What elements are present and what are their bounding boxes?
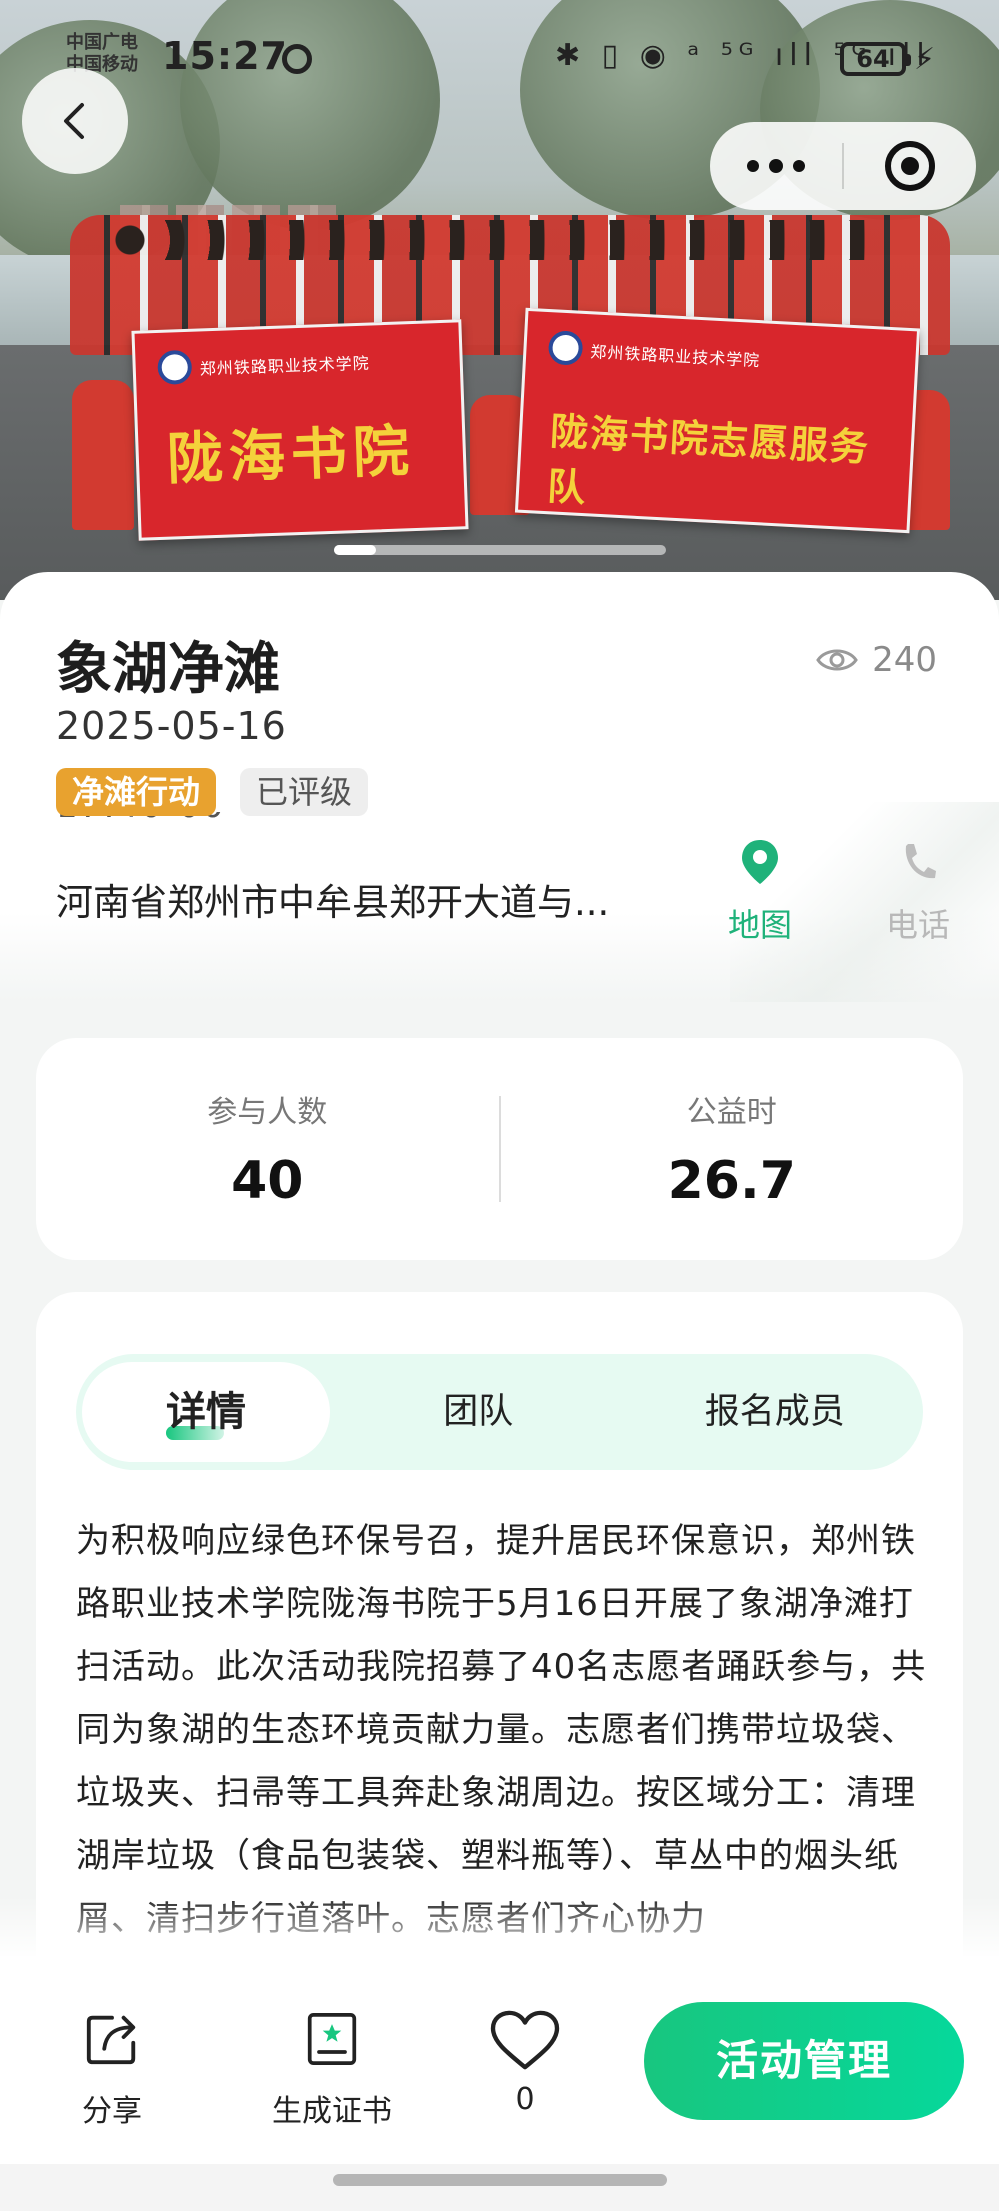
banner-left-text: 陇海书院 (165, 418, 416, 493)
miniprogram-capsule (710, 122, 976, 210)
status-bar: 中国广电 中国移动 15:27 ✱ ▯ ◉ ᵃ ⁵ᴳ ıll ⁵ᴳ ıll 64… (0, 0, 999, 120)
activity-info-card: 象湖净滩 240 2025-05-16 17:40-00 净滩行动 已评级 河南… (0, 572, 999, 1002)
hours-label: 公益时 (686, 1095, 777, 1130)
battery-icon: 64 (840, 42, 911, 76)
tag-list: 净滩行动 已评级 (56, 768, 369, 816)
phone-button[interactable]: 电话 (858, 834, 978, 946)
tab-team[interactable]: 团队 (330, 1362, 627, 1462)
tab-details[interactable]: 详情 (82, 1362, 330, 1462)
activity-title: 象湖净滩 (56, 637, 280, 702)
carrier-line-1: 中国广电 (66, 32, 138, 53)
participants-value: 40 (231, 1151, 304, 1211)
school-seal-icon (547, 330, 584, 366)
eye-icon (816, 649, 858, 671)
activity-address[interactable]: 河南省郑州市中牟县郑开大道与... (56, 872, 656, 926)
back-button[interactable] (22, 68, 128, 174)
tab-members-label: 报名成员 (704, 1392, 845, 1432)
detail-card: 详情 团队 报名成员 为积极响应绿色环保号召，提升居民环保意识，郑州铁路职业技术… (36, 1292, 963, 1992)
charging-icon: ⚡ (914, 42, 936, 77)
alarm-icon (282, 44, 312, 74)
like-count: 0 (515, 2082, 535, 2117)
banner-right-header: 郑州铁路职业技术学院 (589, 342, 761, 371)
chevron-left-icon (64, 103, 84, 139)
tab-details-label: 详情 (166, 1389, 246, 1435)
more-button[interactable] (710, 159, 842, 173)
target-icon (885, 141, 935, 191)
stat-hours: 公益时 26.7 (501, 1087, 964, 1211)
phone-icon (905, 844, 936, 879)
banner-left: 郑州铁路职业技术学院 陇海书院 (131, 319, 469, 541)
banner-right-text: 陇海书院志愿服务队 (546, 408, 871, 511)
phone-label: 电话 (885, 906, 950, 944)
map-label: 地图 (727, 906, 792, 944)
tag-rated: 已评级 (240, 768, 369, 816)
more-dots-icon (747, 160, 759, 172)
tag-category: 净滩行动 (56, 768, 217, 816)
view-count-value: 240 (872, 640, 937, 680)
generate-certificate-button[interactable]: 生成证书 (262, 2004, 402, 2130)
close-miniprogram-button[interactable] (844, 141, 976, 191)
manage-activity-button[interactable]: 活动管理 (644, 2002, 964, 2120)
heart-icon (490, 2010, 560, 2070)
map-button[interactable]: 地图 (700, 834, 820, 946)
cert-label: 生成证书 (272, 2094, 392, 2129)
location-pin-icon (742, 840, 778, 884)
share-label: 分享 (82, 2094, 142, 2129)
view-count: 240 (816, 640, 937, 680)
hours-value: 26.7 (667, 1151, 796, 1211)
certificate-icon (307, 2013, 357, 2065)
status-time: 15:27 (162, 34, 288, 78)
share-icon (86, 2015, 136, 2065)
activity-description: 为积极响应绿色环保号召，提升居民环保意识，郑州铁路职业技术学院陇海书院于5月16… (76, 1521, 927, 1939)
stat-participants: 参与人数 40 (36, 1087, 499, 1211)
activity-date: 2025-05-16 (56, 704, 287, 748)
participants-label: 参与人数 (207, 1095, 328, 1130)
share-button[interactable]: 分享 (62, 2004, 162, 2130)
tab-members[interactable]: 报名成员 (627, 1362, 924, 1462)
like-button[interactable]: 0 (470, 2004, 580, 2117)
carousel-indicator (334, 545, 666, 555)
banner-right: 郑州铁路职业技术学院 陇海书院志愿服务队 (514, 307, 921, 534)
tab-team-label: 团队 (443, 1392, 514, 1432)
tab-bar: 详情 团队 报名成员 (76, 1354, 923, 1470)
stats-card: 参与人数 40 公益时 26.7 (36, 1038, 963, 1260)
home-indicator (333, 2174, 667, 2186)
banner-left-header: 郑州铁路职业技术学院 (199, 353, 371, 379)
school-seal-icon (157, 349, 193, 385)
